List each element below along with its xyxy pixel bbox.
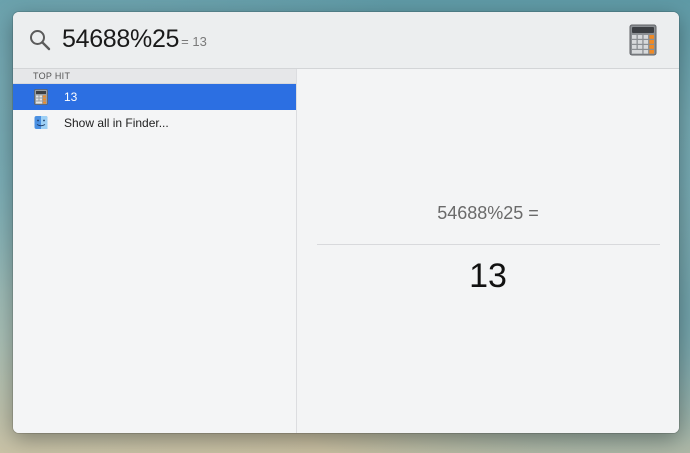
result-item-calculator[interactable]: 13	[13, 84, 296, 110]
calculation-result: 13	[469, 257, 507, 295]
calculator-icon	[34, 89, 48, 105]
section-header-top-hit: TOP HIT	[13, 69, 296, 84]
result-item-label: 13	[64, 90, 78, 104]
spotlight-window: 54688%25 = 13 TOP HIT 13 Show all in Fin…	[13, 12, 679, 433]
inline-result: = 13	[181, 34, 207, 49]
search-query-text: 54688%25	[62, 25, 180, 53]
finder-icon	[34, 116, 48, 129]
search-icon	[30, 30, 51, 51]
search-input[interactable]: 54688%25 = 13	[62, 22, 207, 59]
preview-pane: 54688%25 = 13	[297, 69, 679, 433]
calculation-expression: 54688%25 =	[437, 203, 539, 223]
result-item-label: Show all in Finder...	[64, 116, 169, 130]
search-bar: 54688%25 = 13	[13, 12, 679, 69]
calculator-icon	[629, 24, 657, 56]
divider	[317, 244, 660, 245]
results-list: TOP HIT 13 Show all in Finder...	[13, 69, 297, 433]
result-item-show-all-in-finder[interactable]: Show all in Finder...	[13, 110, 296, 136]
